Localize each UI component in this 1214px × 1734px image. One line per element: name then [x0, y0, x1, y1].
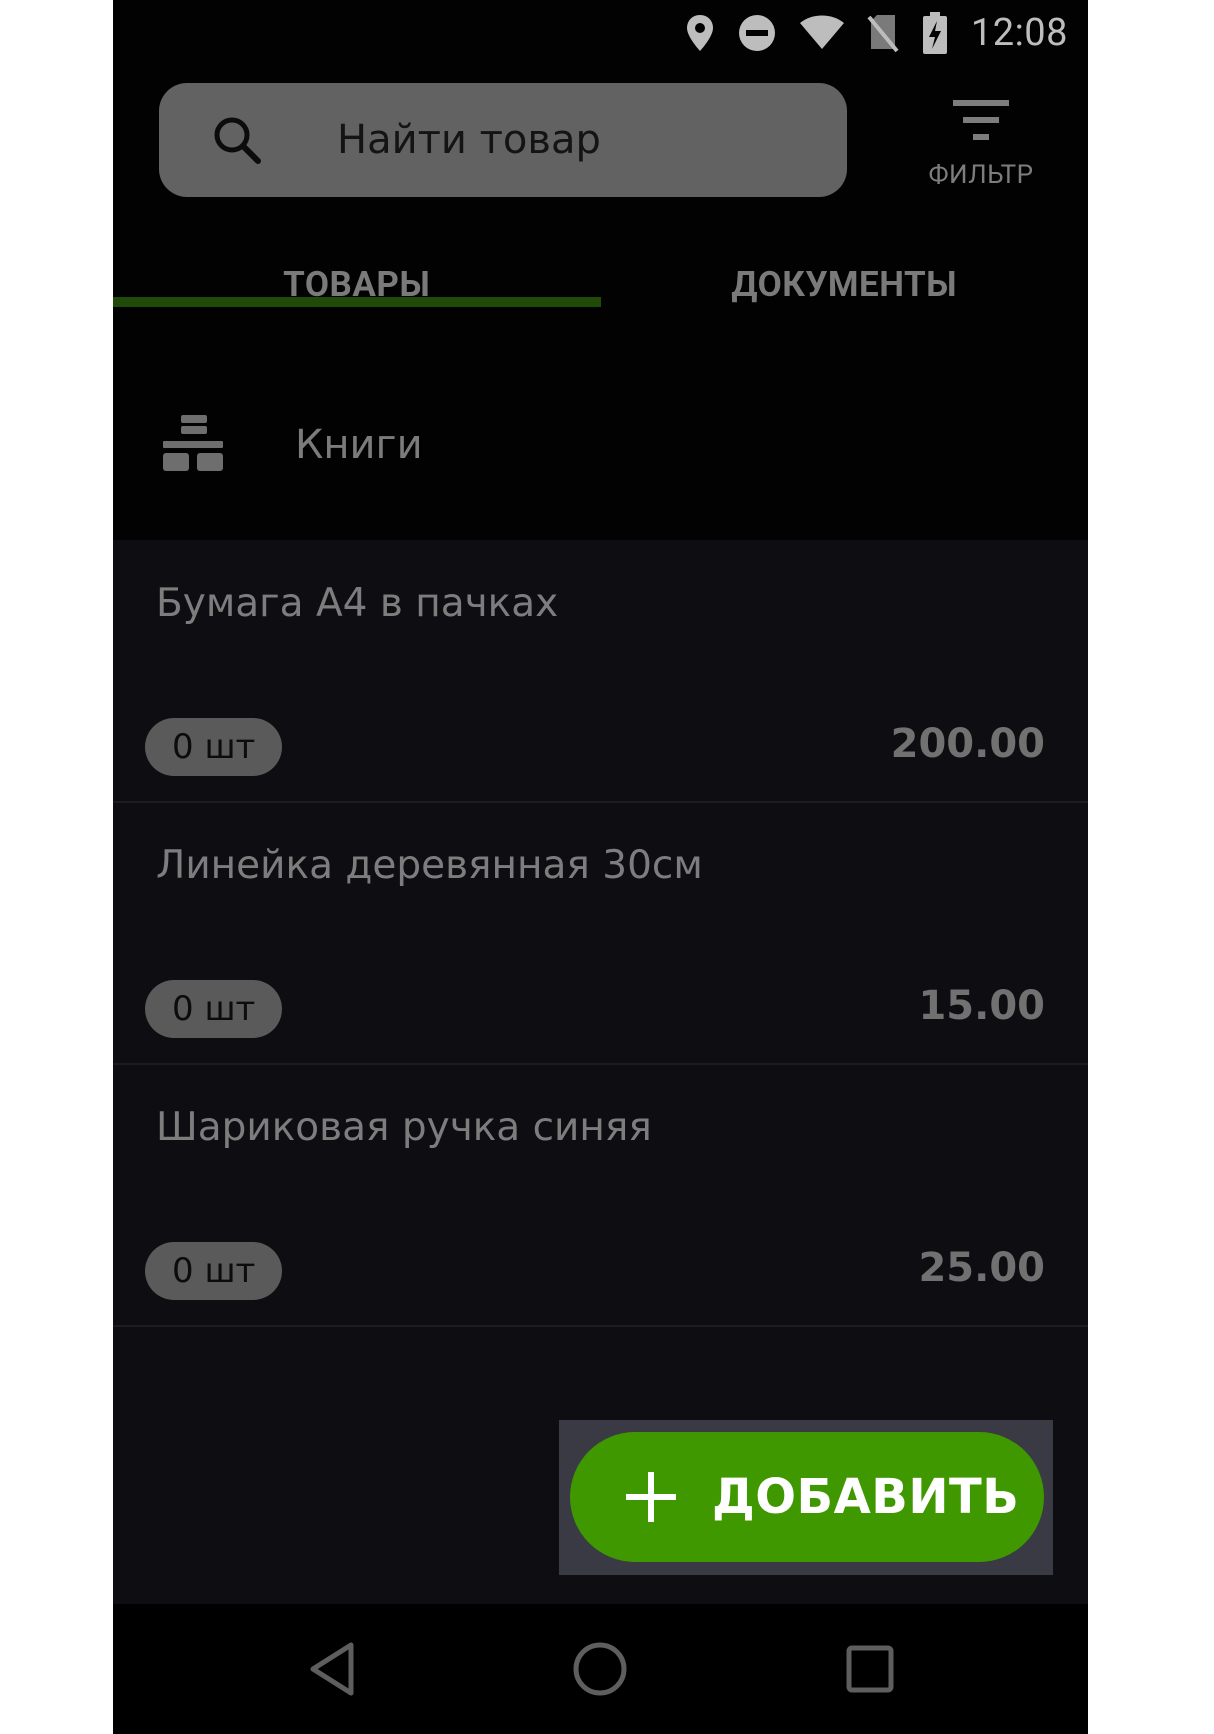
status-bar: 12:08 [685, 8, 1068, 58]
category-label: Книги [295, 422, 423, 468]
filter-icon [953, 100, 1009, 140]
product-price: 200.00 [890, 721, 1045, 767]
battery-charging-icon [922, 12, 947, 54]
home-icon [573, 1642, 627, 1696]
tab-indicator [113, 297, 601, 307]
plus-icon [626, 1472, 676, 1522]
quantity-badge: 0 шт [145, 718, 283, 776]
product-name: Бумага А4 в пачках [156, 581, 559, 626]
app-screen: 12:08 ФИЛЬТР ТОВАРЫ ДОКУМЕНТЫ [113, 0, 1088, 1734]
filter-button[interactable]: ФИЛЬТР [911, 92, 1051, 202]
nav-home-button[interactable] [565, 1634, 635, 1704]
recents-icon [846, 1645, 894, 1693]
category-row[interactable]: Книги [113, 350, 1088, 540]
wifi-icon [799, 15, 844, 49]
do-not-disturb-icon [738, 15, 775, 51]
product-list: Бумага А4 в пачках 0 шт 200.00 Линейка д… [113, 541, 1088, 1327]
product-item[interactable]: Линейка деревянная 30см 0 шт 15.00 [113, 803, 1088, 1065]
search-icon [214, 117, 261, 164]
product-item[interactable]: Бумага А4 в пачках 0 шт 200.00 [113, 541, 1088, 803]
tab-bar: ТОВАРЫ ДОКУМЕНТЫ [113, 240, 1088, 350]
quantity-badge: 0 шт [145, 1242, 283, 1300]
navigation-bar [113, 1604, 1088, 1734]
quantity-badge: 0 шт [145, 980, 283, 1038]
no-sim-icon [867, 15, 899, 53]
product-price: 25.00 [918, 1245, 1045, 1291]
status-time: 12:08 [970, 11, 1068, 55]
app-header: 12:08 ФИЛЬТР ТОВАРЫ ДОКУМЕНТЫ [113, 0, 1088, 350]
tab-products[interactable]: ТОВАРЫ [113, 240, 601, 350]
add-button-label: ДОБАВИТЬ [712, 1469, 1020, 1525]
add-button[interactable]: ДОБАВИТЬ [570, 1432, 1044, 1562]
product-price: 15.00 [918, 983, 1045, 1029]
back-icon [310, 1642, 354, 1696]
tab-documents[interactable]: ДОКУМЕНТЫ [601, 240, 1089, 350]
search-box[interactable] [159, 83, 847, 197]
product-name: Линейка деревянная 30см [156, 843, 703, 888]
nav-back-button[interactable] [297, 1634, 367, 1704]
tab-documents-label: ДОКУМЕНТЫ [731, 264, 958, 305]
nav-recents-button[interactable] [835, 1634, 905, 1704]
filter-label: ФИЛЬТР [928, 160, 1034, 190]
category-group-icon [163, 415, 223, 471]
product-name: Шариковая ручка синяя [156, 1105, 652, 1150]
search-input[interactable] [337, 117, 817, 163]
location-icon [686, 15, 713, 51]
product-item[interactable]: Шариковая ручка синяя 0 шт 25.00 [113, 1065, 1088, 1327]
